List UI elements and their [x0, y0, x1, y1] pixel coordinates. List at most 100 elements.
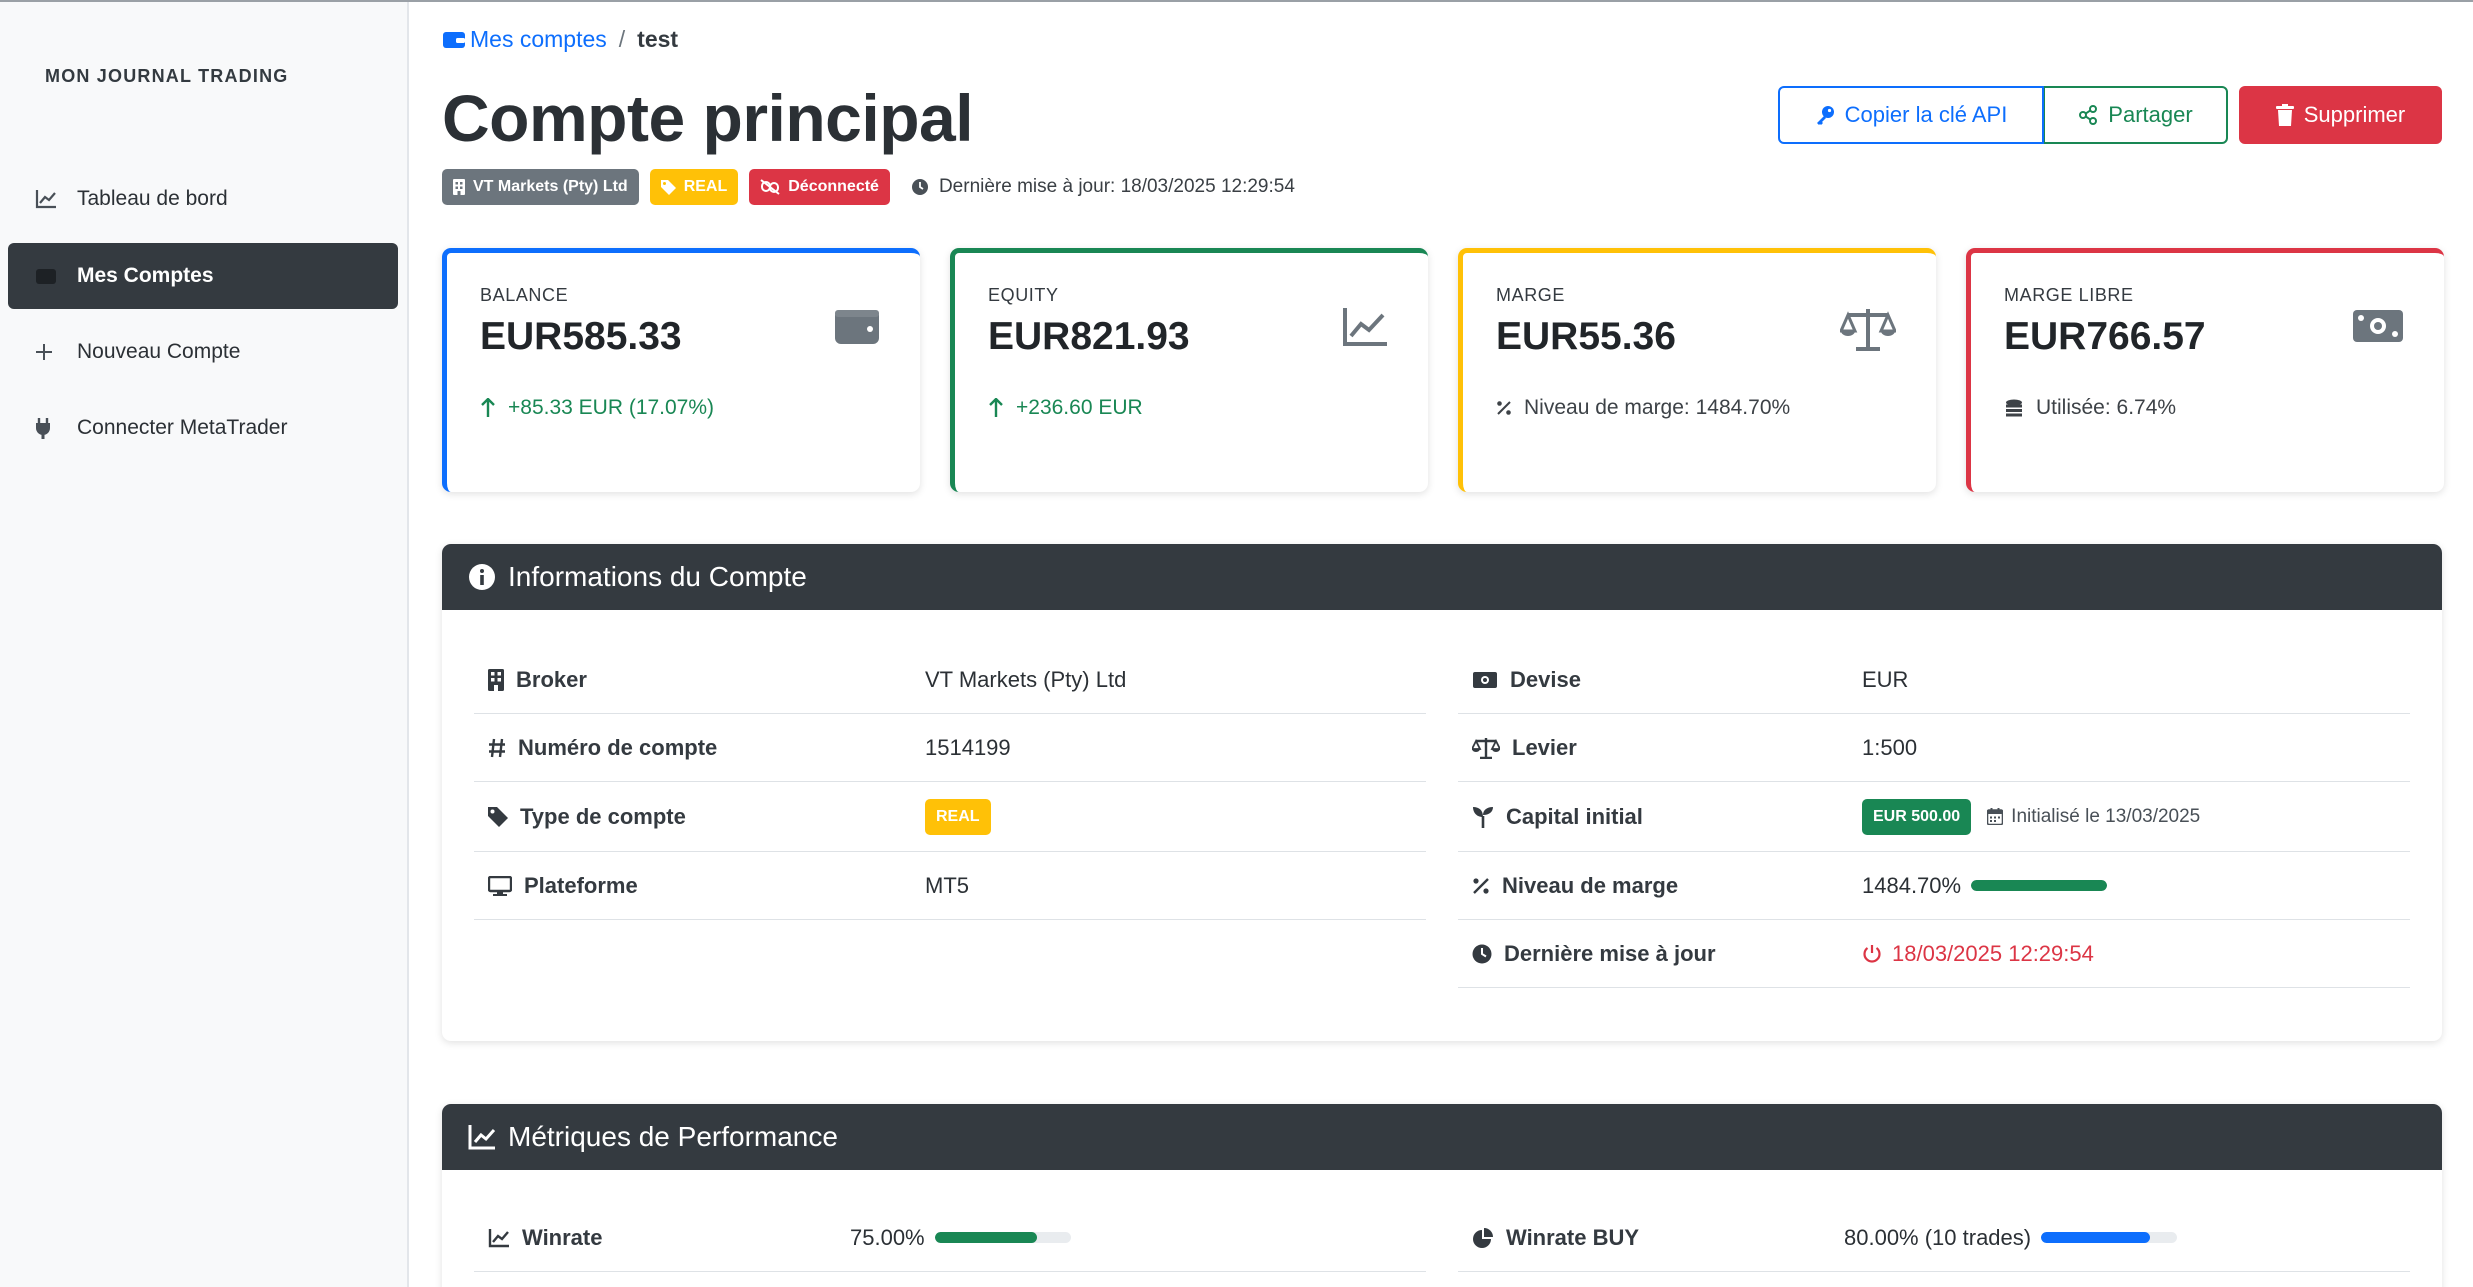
info-key: Numéro de compte: [488, 735, 717, 761]
account-info-title: Informations du Compte: [508, 561, 807, 592]
card-detail: Utilisée: 6.74%: [2004, 396, 2176, 420]
card-change: +236.60 EUR: [988, 396, 1143, 420]
card-change-label: +236.60 EUR: [1016, 396, 1143, 419]
action-button-group: Copier la clé API Partager: [1778, 86, 2228, 144]
margin-level-value: 1484.70%: [1862, 872, 1962, 898]
card-label: BALANCE: [480, 285, 569, 305]
app-brand: MON JOURNAL TRADING: [45, 66, 289, 86]
account-type-badge: REAL: [649, 169, 739, 205]
sidebar-item-connect-metatrader[interactable]: Connecter MetaTrader: [8, 395, 398, 461]
card-detail-label: Niveau de marge: 1484.70%: [1524, 396, 1791, 419]
chart-pie-icon: [1473, 1227, 1493, 1248]
info-key-label: Numéro de compte: [518, 734, 718, 760]
building-icon: [488, 668, 504, 691]
info-value: REAL: [925, 798, 991, 835]
card-label: MARGE: [1496, 285, 1566, 305]
info-key: Dernière mise à jour: [1472, 941, 1716, 967]
account-type-badge: REAL: [925, 798, 991, 835]
wallet-icon: [443, 31, 465, 48]
metric-row-winrate-buy: Winrate BUY 80.00% (10 trades): [1458, 1204, 2410, 1272]
sidebar: MON JOURNAL TRADING Tableau de bord Mes …: [0, 2, 409, 1287]
arrow-up-icon: [989, 398, 1003, 417]
chart-line-icon: [1342, 307, 1388, 352]
free-margin-card: MARGE LIBRE EUR766.57 Utilisée: 6.74%: [1966, 248, 2444, 492]
info-row-initial-capital: Capital initial EUR 500.00 Initialisé le…: [1458, 782, 2410, 852]
chart-line-icon: [488, 1228, 509, 1247]
performance-header: Métriques de Performance: [442, 1104, 2442, 1170]
info-row-last-update: Dernière mise à jour 18/03/2025 12:29:54: [1458, 920, 2410, 988]
breadcrumb-link-accounts[interactable]: Mes comptes: [442, 26, 607, 53]
money-bill-icon: [1473, 671, 1497, 688]
percent-icon: [1473, 877, 1489, 894]
sidebar-item-label: Mes Comptes: [77, 264, 214, 287]
info-key-label: Devise: [1510, 666, 1581, 692]
sidebar-item-new-account[interactable]: Nouveau Compte: [8, 319, 398, 385]
tag-icon: [660, 179, 676, 195]
tag-icon: [488, 806, 508, 827]
info-key-label: Type de compte: [520, 803, 686, 829]
share-label[interactable]: Partager: [2108, 102, 2192, 128]
chart-line-icon: [468, 1125, 496, 1150]
info-key-label: Broker: [516, 666, 587, 692]
info-value: MT5: [925, 872, 969, 898]
performance-title: Métriques de Performance: [508, 1121, 838, 1152]
info-value: EUR 500.00 Initialisé le 13/03/2025: [1862, 798, 2200, 835]
copy-api-key-button[interactable]: Copier la clé API: [1778, 86, 2044, 144]
info-circle-icon: [469, 564, 495, 590]
initial-capital-badge: EUR 500.00: [1862, 798, 1972, 835]
wallet-icon: [834, 307, 880, 350]
info-row-margin-level: Niveau de marge 1484.70%: [1458, 852, 2410, 920]
breadcrumb-parent[interactable]: Mes comptes: [470, 26, 607, 53]
margin-level-progress: [1971, 880, 2108, 891]
clock-icon: [911, 179, 928, 195]
arrow-up-icon: [481, 398, 495, 417]
info-row-account-type: Type de compte REAL: [474, 782, 1426, 852]
account-info-panel: Informations du Compte Broker VT Markets…: [442, 544, 2442, 1041]
info-value: EUR: [1862, 666, 1909, 692]
breadcrumb-separator: /: [618, 26, 626, 52]
winrate-progress: [934, 1232, 1071, 1243]
delete-label[interactable]: Supprimer: [2304, 102, 2405, 128]
info-key: Type de compte: [488, 804, 686, 830]
calendar-icon: [1987, 808, 2004, 825]
copy-api-key-label[interactable]: Copier la clé API: [1845, 102, 2008, 128]
sidebar-item-accounts[interactable]: Mes Comptes: [8, 243, 398, 309]
seedling-icon: [1473, 806, 1493, 828]
info-key: Devise: [1472, 667, 1581, 693]
sidebar-item-label: Connecter MetaTrader: [77, 416, 288, 439]
winrate-value: 75.00%: [850, 1224, 925, 1250]
building-icon: [453, 179, 465, 195]
plus-icon: [35, 340, 65, 364]
info-row-account-number: Numéro de compte 1514199: [474, 714, 1426, 782]
trash-icon: [2275, 104, 2294, 126]
initialized-date: Initialisé le 13/03/2025: [1987, 806, 2200, 828]
info-value: 1484.70%: [1862, 872, 2108, 899]
initialized-date-label: Initialisé le 13/03/2025: [2011, 805, 2201, 827]
info-key-label: Plateforme: [524, 872, 638, 898]
margin-level-progress-fill: [1971, 880, 2108, 891]
card-value: EUR766.57: [2004, 315, 2206, 358]
metric-key-label: Winrate BUY: [1506, 1224, 1640, 1250]
info-key: Plateforme: [488, 873, 638, 899]
broker-badge-label: VT Markets (Pty) Ltd: [473, 178, 628, 195]
share-button[interactable]: Partager: [2044, 86, 2228, 144]
info-key-label: Niveau de marge: [1502, 872, 1679, 898]
metric-key: Winrate: [488, 1225, 602, 1251]
percent-icon: [1497, 401, 1511, 415]
sidebar-item-dashboard[interactable]: Tableau de bord: [8, 166, 398, 232]
coins-icon: [2006, 399, 2022, 417]
key-icon: [1816, 106, 1834, 125]
sidebar-item-label: Nouveau Compte: [77, 340, 241, 363]
delete-button[interactable]: Supprimer: [2239, 86, 2442, 144]
last-update-value: 18/03/2025 12:29:54: [1892, 940, 2094, 966]
info-key-label: Capital initial: [1506, 803, 1643, 829]
broker-badge: VT Markets (Pty) Ltd: [442, 169, 639, 205]
page-title: Compte principal: [442, 81, 974, 155]
clock-icon: [1472, 944, 1492, 963]
info-row-leverage: Levier 1:500: [1458, 714, 2410, 782]
metric-row-winrate: Winrate 75.00%: [474, 1204, 1426, 1272]
card-label: EQUITY: [988, 285, 1059, 305]
card-value: EUR821.93: [988, 315, 1190, 358]
equity-card: EQUITY EUR821.93 +236.60 EUR: [950, 248, 1428, 492]
wallet-icon: [35, 264, 65, 288]
